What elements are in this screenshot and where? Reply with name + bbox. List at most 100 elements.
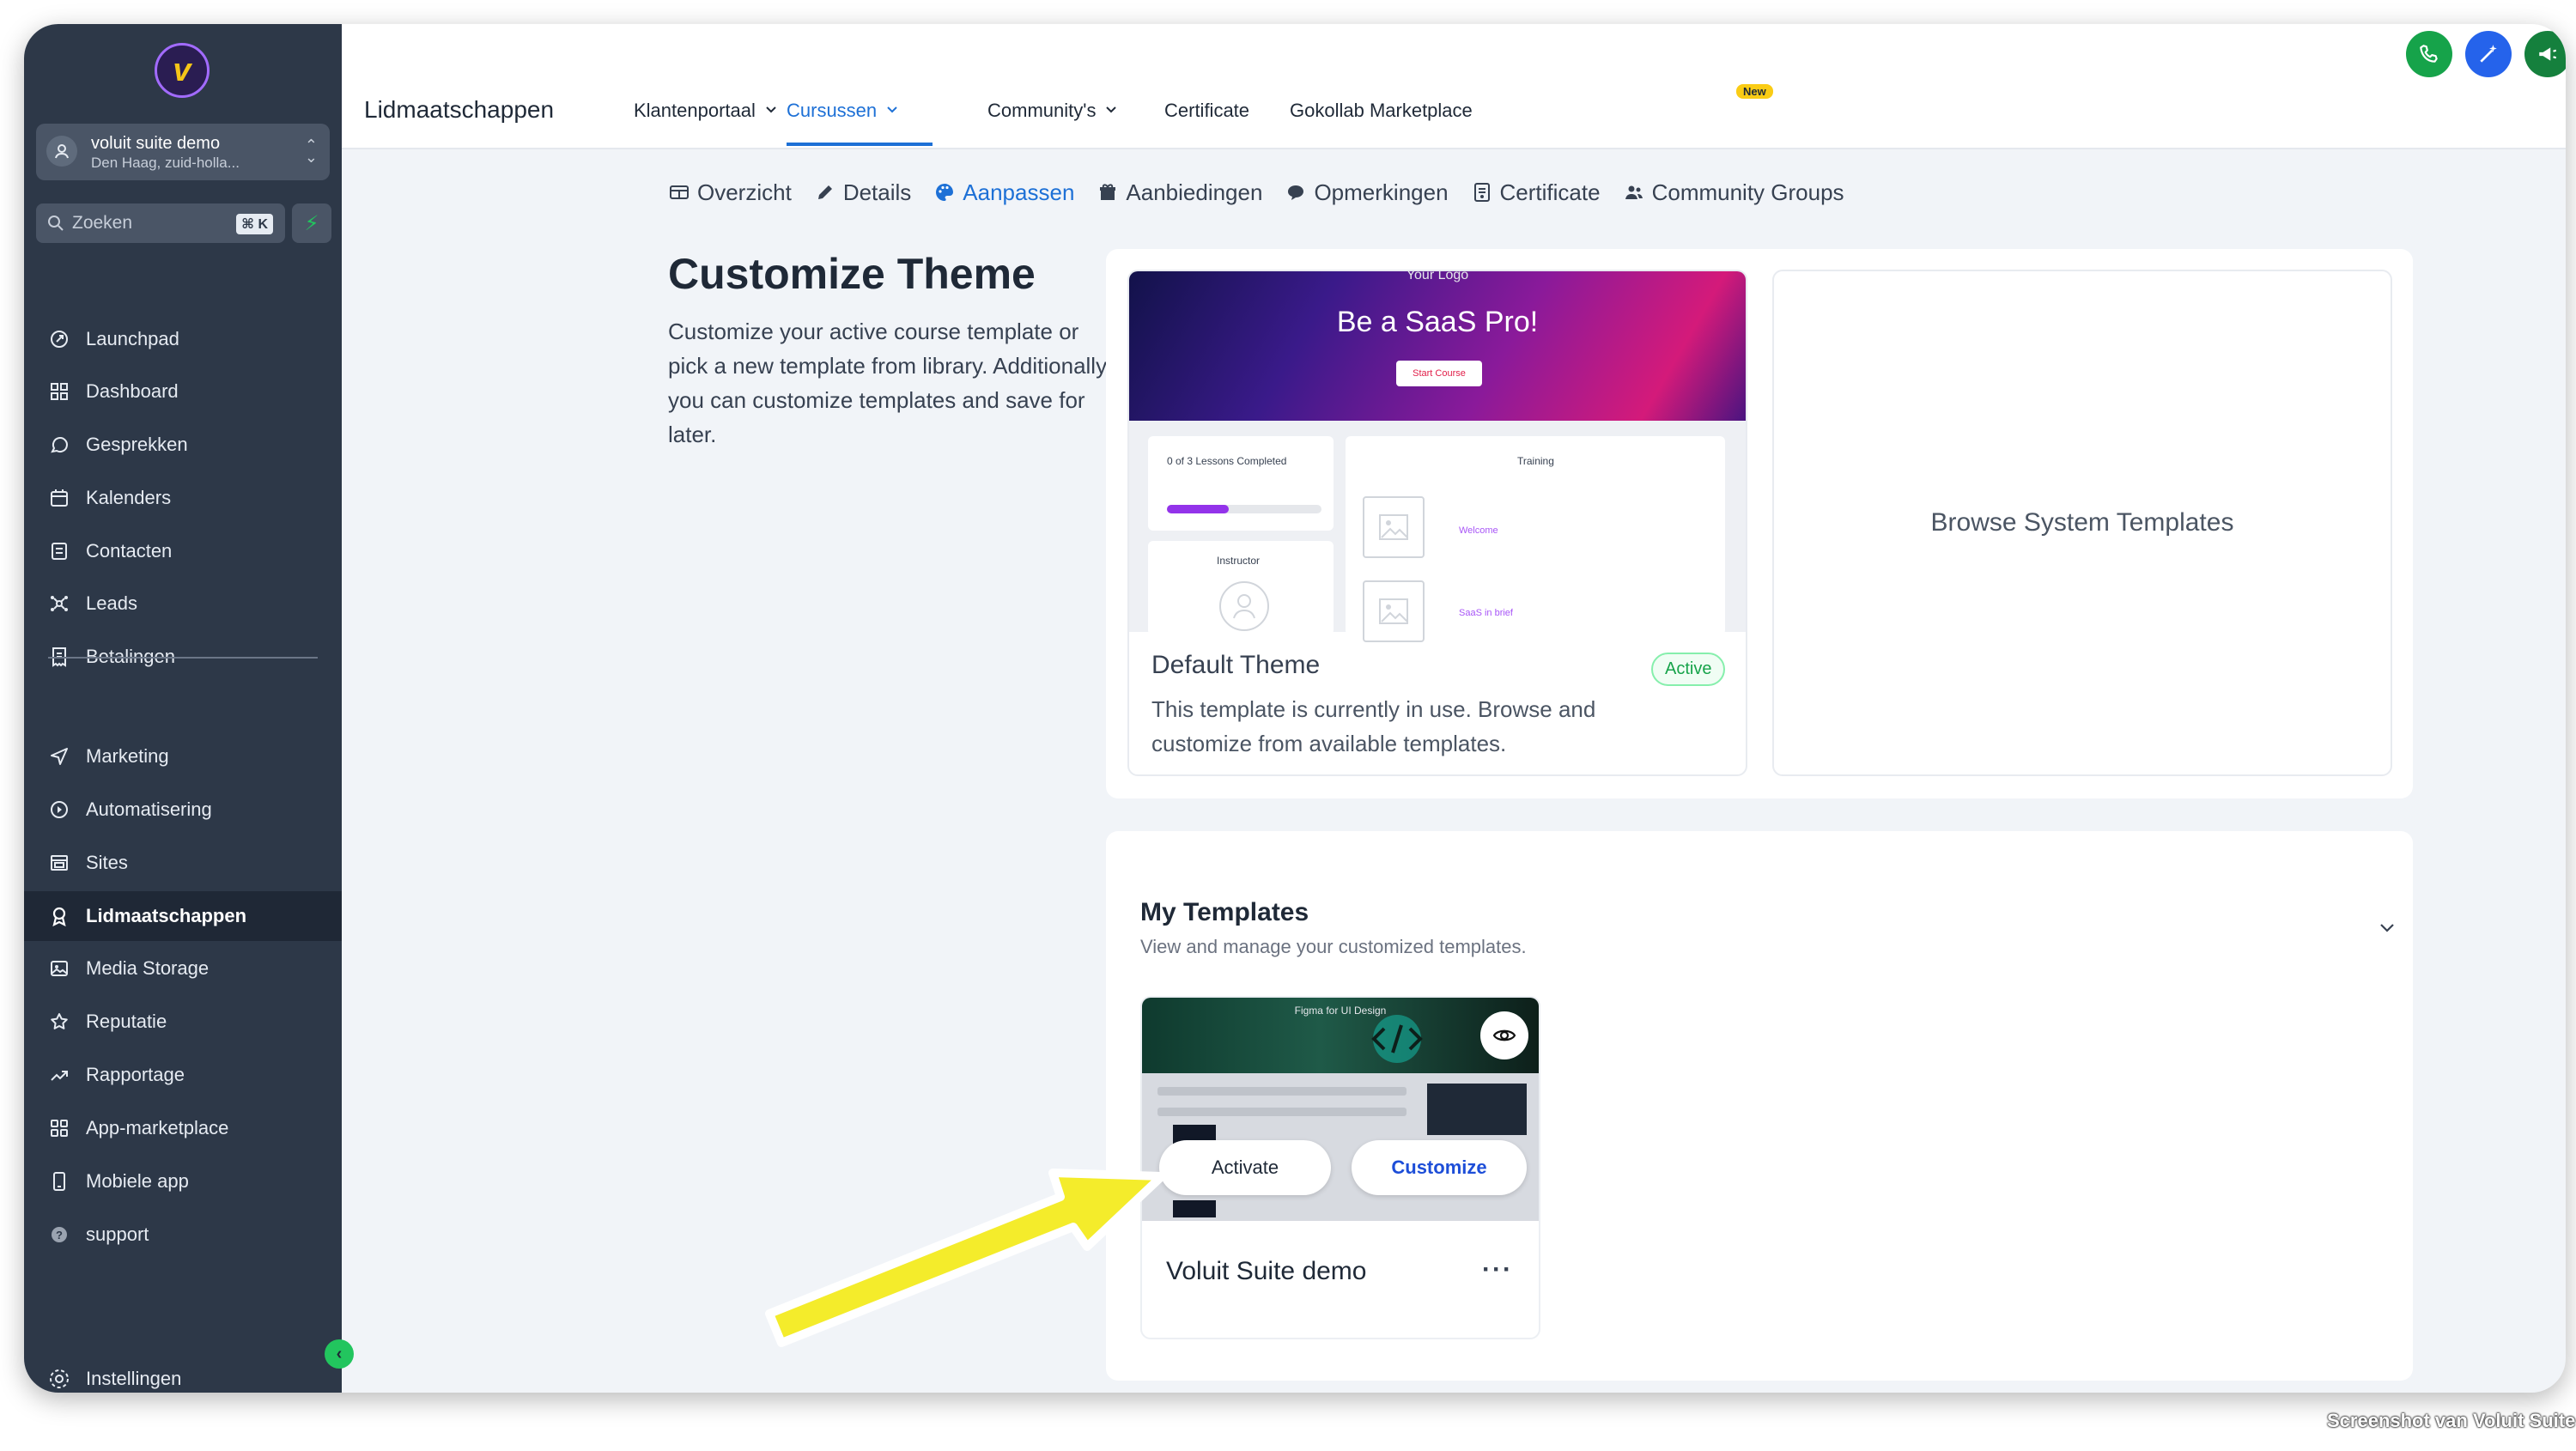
preview-progress-bar [1167, 505, 1321, 513]
sidebar-item-kalenders[interactable]: Kalenders [24, 473, 342, 523]
sidebar-item-label: Rapportage [86, 1064, 185, 1085]
chevron-down-icon [885, 102, 899, 120]
template-thumbnail-banner: Figma for UI Design [1142, 998, 1539, 1073]
sidebar-item-label: Automatisering [86, 798, 212, 820]
sidebar-item-label: Gesprekken [86, 434, 188, 455]
sidebar-item-dashboard[interactable]: Dashboard [24, 367, 342, 416]
app-logo[interactable]: v [155, 43, 210, 98]
palette-icon [933, 181, 956, 203]
preview-progress-card: 0 of 3 Lessons Completed [1148, 436, 1334, 531]
search-placeholder: Zoeken [72, 213, 133, 233]
sidebar-item-support[interactable]: ? support [24, 1210, 342, 1260]
thumbnail-row [1157, 1087, 1406, 1096]
eye-icon [1492, 1029, 1516, 1041]
network-icon [46, 591, 72, 616]
screenshot-credit: Screenshot van Voluit Suite [2327, 1410, 2576, 1431]
preview-instructor-card: Instructor [1148, 541, 1334, 635]
more-options-icon[interactable]: ··· [1482, 1255, 1513, 1284]
comment-icon [1285, 181, 1307, 203]
activate-button[interactable]: Activate [1159, 1140, 1331, 1195]
apps-icon [46, 1115, 72, 1141]
sidebar-item-leads[interactable]: Leads [24, 579, 342, 628]
magic-button[interactable] [2465, 31, 2512, 77]
app-window: v voluit suite demo Den Haag, zuid-holla… [24, 24, 2566, 1393]
customize-title: Customize Theme [668, 250, 1036, 298]
sidebar-item-instellingen[interactable]: Instellingen [24, 1354, 342, 1393]
tab-aanpassen[interactable]: Aanpassen [933, 179, 1074, 206]
announcement-button[interactable] [2524, 31, 2566, 77]
gift-icon [1097, 181, 1119, 203]
top-nav-klantenportaal[interactable]: Klantenportaal [634, 100, 778, 122]
sidebar-item-launchpad[interactable]: Launchpad [24, 314, 342, 364]
sidebar-item-mobiele-app[interactable]: Mobiele app [24, 1157, 342, 1206]
tab-community-groups[interactable]: Community Groups [1623, 179, 1844, 206]
tab-aanbiedingen[interactable]: Aanbiedingen [1097, 179, 1262, 206]
tab-label: Details [842, 179, 912, 205]
sidebar-item-app-marketplace[interactable]: App-marketplace [24, 1103, 342, 1153]
top-nav-certificate[interactable]: Certificate [1164, 100, 1249, 122]
default-theme-description: This template is currently in use. Brows… [1151, 696, 1596, 756]
tab-overzicht[interactable]: Overzicht [668, 179, 792, 206]
contacts-icon [46, 538, 72, 564]
my-templates-title: My Templates [1140, 898, 1309, 926]
sidebar-item-label: Launchpad [86, 328, 179, 349]
chevron-down-icon[interactable] [2377, 917, 2397, 938]
tab-label: Aanbiedingen [1126, 179, 1263, 205]
code-brackets-icon [1371, 1015, 1423, 1063]
phone-icon [2420, 45, 2438, 63]
sidebar-item-label: App-marketplace [86, 1117, 229, 1138]
chevron-down-icon [1104, 102, 1118, 120]
sidebar-item-marketing[interactable]: Marketing [24, 732, 342, 781]
sidebar-item-label: Media Storage [86, 957, 210, 979]
quick-action-bolt-icon[interactable]: ⚡ [292, 203, 331, 243]
sidebar-item-reputatie[interactable]: Reputatie [24, 997, 342, 1047]
preview-button[interactable] [1480, 1011, 1528, 1059]
sidebar-item-label: Dashboard [86, 380, 179, 402]
preview-lesson-1: Welcome [1459, 525, 1498, 536]
preview-instructor-label: Instructor [1217, 555, 1261, 567]
preview-progress-fill [1167, 505, 1229, 513]
theme-preview-body: 0 of 3 Lessons Completed Instructor Trai… [1129, 421, 1746, 642]
sidebar-item-label: Sites [86, 852, 128, 873]
preview-lessons-completed: 0 of 3 Lessons Completed [1167, 455, 1287, 467]
sidebar-divider [48, 657, 318, 659]
star-icon [46, 1009, 72, 1035]
image-icon [46, 956, 72, 981]
megaphone-icon [2539, 47, 2557, 61]
pencil-icon [814, 181, 836, 203]
tab-opmerkingen[interactable]: Opmerkingen [1285, 179, 1449, 206]
default-theme-title: Default Theme [1151, 651, 1321, 679]
top-nav-label: Cursussen [787, 100, 878, 121]
top-nav-gokollab-marketplace[interactable]: Gokollab Marketplace [1290, 100, 1473, 122]
sidebar-item-contacten[interactable]: Contacten [24, 526, 342, 576]
account-switcher[interactable]: voluit suite demo Den Haag, zuid-holla..… [36, 124, 330, 180]
search-input[interactable]: Zoeken ⌘ K [36, 203, 285, 243]
thumbnail-row [1157, 1108, 1406, 1116]
magic-wand-icon [2480, 45, 2497, 63]
phone-button[interactable] [2406, 31, 2452, 77]
tab-certificate[interactable]: Certificate [1471, 179, 1601, 206]
template-card[interactable]: Figma for UI Design Activate Customize V… [1140, 996, 1540, 1339]
template-thumbnail-title: Figma for UI Design [1294, 1005, 1387, 1017]
svg-text:?: ? [56, 1229, 63, 1242]
active-status-badge: Active [1651, 653, 1726, 686]
sidebar-item-sites[interactable]: Sites [24, 838, 342, 888]
top-nav-community-s[interactable]: Community's [987, 100, 1118, 122]
tab-details[interactable]: Details [814, 179, 911, 206]
thumbnail-video [1427, 1084, 1527, 1135]
award-icon [46, 903, 72, 929]
sidebar-item-label: Marketing [86, 745, 169, 767]
top-nav-cursussen[interactable]: Cursussen [787, 100, 899, 122]
sidebar-item-rapportage[interactable]: Rapportage [24, 1050, 342, 1100]
default-theme-card[interactable]: Your Logo Be a SaaS Pro! Start Course 0 … [1127, 270, 1747, 776]
sidebar-item-lidmaatschappen[interactable]: Lidmaatschappen [24, 891, 342, 941]
sidebar-item-gesprekken[interactable]: Gesprekken [24, 420, 342, 470]
preview-training-card: Training Welcome SaaS in brief [1346, 436, 1725, 642]
sidebar-item-automatisering[interactable]: Automatisering [24, 785, 342, 835]
browse-system-templates-card[interactable]: Browse System Templates [1772, 270, 2392, 776]
sidebar-item-media-storage[interactable]: Media Storage [24, 944, 342, 993]
sidebar-collapse-button[interactable]: ‹ [325, 1339, 354, 1369]
new-badge: New [1736, 84, 1773, 99]
chevron-updown-icon: ⌃ ⌄ [304, 137, 318, 166]
customize-button[interactable]: Customize [1352, 1140, 1527, 1195]
